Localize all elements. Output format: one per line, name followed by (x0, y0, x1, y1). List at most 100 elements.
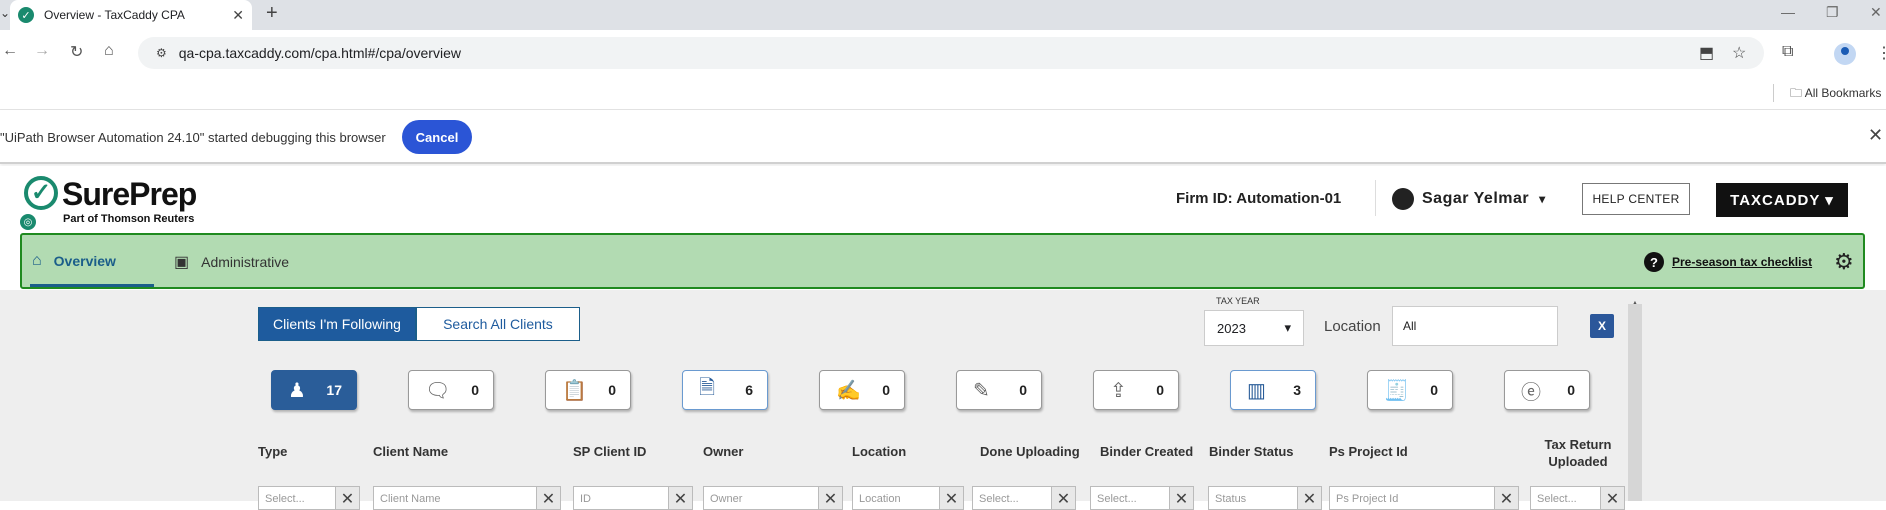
column-header[interactable]: Done Uploading (980, 444, 1080, 459)
client-id-filter[interactable]: ID ✕ (573, 486, 693, 510)
user-avatar-icon (1392, 188, 1414, 210)
tax-year-dropdown[interactable]: 2023 ▾ (1204, 310, 1304, 346)
address-bar[interactable]: ⚙ qa-cpa.taxcaddy.com/cpa.html#/cpa/over… (138, 37, 1764, 69)
efile-icon: ⓔ (1521, 381, 1541, 404)
back-icon[interactable]: ← (2, 42, 18, 60)
column-header[interactable]: SP Client ID (573, 444, 646, 459)
clear-icon[interactable]: ✕ (818, 487, 842, 509)
stat-receipts[interactable]: 🧾 0 (1367, 370, 1453, 410)
bookmarks-bar: 🗀 All Bookmarks (0, 76, 1886, 110)
main-nav: ⌂ Overview ▣ Administrative ? Pre-season… (20, 233, 1865, 289)
stat-binder-upload[interactable]: ⇪ 0 (1093, 370, 1179, 410)
firm-id: Firm ID: Automation-01 (1176, 190, 1342, 207)
column-header[interactable]: Location (852, 444, 906, 459)
stat-count: 0 (882, 382, 890, 398)
clear-icon[interactable]: ✕ (668, 487, 692, 509)
nav-administrative[interactable]: ▣ Administrative (174, 252, 289, 272)
column-header[interactable]: Type (258, 444, 287, 459)
gear-icon[interactable]: ⚙ (1834, 249, 1854, 275)
stat-count: 0 (471, 382, 479, 398)
minimize-icon[interactable]: — (1781, 4, 1795, 20)
taxcaddy-label: TAXCADDY (1730, 192, 1821, 209)
column-header[interactable]: Ps Project Id (1329, 444, 1408, 459)
automation-indicator-icon: ◎ (20, 214, 36, 230)
user-name: Sagar Yelmar (1422, 190, 1530, 207)
stat-messages[interactable]: 🗨 0 (408, 370, 494, 410)
clear-icon[interactable]: ✕ (335, 487, 359, 509)
stat-count: 0 (608, 382, 616, 398)
done-uploading-filter[interactable]: Select... ✕ (972, 486, 1076, 510)
binder-created-filter[interactable]: Select... ✕ (1090, 486, 1194, 510)
taxcaddy-menu-button[interactable]: TAXCADDY ▾ (1716, 183, 1848, 217)
reload-icon[interactable]: ↻ (70, 42, 83, 62)
clear-icon[interactable]: ✕ (1169, 487, 1193, 509)
clear-icon[interactable]: ✕ (1494, 487, 1518, 509)
location-filter[interactable]: Location ✕ (852, 486, 964, 510)
owner-filter[interactable]: Owner ✕ (703, 486, 843, 510)
admin-badge-icon: ▣ (174, 254, 190, 271)
column-header[interactable]: Client Name (373, 444, 448, 459)
clear-icon[interactable]: ✕ (1600, 487, 1624, 509)
stat-clients[interactable]: ♟ 17 (271, 370, 357, 410)
client-scope-toggle: Clients I'm Following Search All Clients (258, 307, 580, 341)
type-filter[interactable]: Select... ✕ (258, 486, 360, 510)
column-header[interactable]: Binder Created (1100, 444, 1193, 459)
tax-return-uploaded-filter[interactable]: Select... ✕ (1530, 486, 1625, 510)
excel-export-icon[interactable]: X (1590, 314, 1614, 338)
client-name-filter[interactable]: Client Name ✕ (373, 486, 561, 510)
browser-menu-icon[interactable]: ⋮ (1876, 43, 1886, 63)
profile-avatar-icon[interactable] (1834, 43, 1856, 65)
stat-efile[interactable]: ⓔ 0 (1504, 370, 1590, 410)
clear-icon[interactable]: ✕ (1297, 487, 1321, 509)
all-bookmarks[interactable]: 🗀 All Bookmarks (1790, 84, 1881, 105)
cancel-debugging-button[interactable]: Cancel (402, 120, 472, 154)
user-menu[interactable]: Sagar Yelmar ▾ (1392, 188, 1546, 210)
new-tab-icon[interactable]: + (266, 2, 278, 25)
binder-upload-icon: ⇪ (1110, 379, 1127, 402)
folder-icon: 🗀 (1790, 86, 1803, 100)
stat-count: 0 (1019, 382, 1027, 398)
filter-placeholder: Location (859, 493, 901, 505)
site-info-icon[interactable]: ⚙ (156, 46, 167, 60)
tab-close-icon[interactable]: ✕ (232, 7, 244, 24)
scrollbar[interactable] (1628, 304, 1642, 501)
extensions-icon[interactable]: ⧉ (1782, 43, 1793, 61)
clear-icon[interactable]: ✕ (939, 487, 963, 509)
browser-toolbar: ← → ↻ ⌂ ⚙ qa-cpa.taxcaddy.com/cpa.html#/… (0, 30, 1886, 76)
clear-icon[interactable]: ✕ (536, 487, 560, 509)
bookmark-star-icon[interactable]: ☆ (1732, 43, 1746, 63)
pre-season-checklist-link[interactable]: ? Pre-season tax checklist (1644, 252, 1812, 272)
window-close-icon[interactable]: ✕ (1870, 4, 1882, 21)
forward-icon[interactable]: → (34, 42, 50, 60)
clipboard-icon: 📋 (562, 379, 587, 402)
stat-count: 0 (1156, 382, 1164, 398)
tax-year-select[interactable]: TAX YEAR 2023 ▾ (1204, 296, 1304, 346)
location-input[interactable] (1392, 306, 1558, 346)
infobar-close-icon[interactable]: ✕ (1868, 125, 1883, 146)
stat-requests[interactable]: 📋 0 (545, 370, 631, 410)
ps-project-id-filter[interactable]: Ps Project Id ✕ (1329, 486, 1519, 510)
search-all-clients-button[interactable]: Search All Clients (415, 307, 580, 341)
filter-placeholder: Select... (265, 493, 305, 505)
filter-placeholder: ID (580, 493, 591, 505)
nav-overview[interactable]: ⌂ Overview (32, 252, 116, 270)
tax-year-value: 2023 (1217, 320, 1246, 336)
stat-edited[interactable]: ✎ 0 (956, 370, 1042, 410)
clients-following-button[interactable]: Clients I'm Following (258, 307, 416, 341)
stat-count: 3 (1293, 382, 1301, 398)
column-header[interactable]: Tax Return Uploaded (1538, 436, 1618, 470)
stat-documents[interactable]: 🗎 6 (682, 370, 768, 410)
binder-status-filter[interactable]: Status ✕ (1208, 486, 1322, 510)
restore-icon[interactable]: ❐ (1826, 4, 1839, 21)
chevron-down-icon: ▾ (1539, 192, 1546, 206)
tab-search-caret-icon[interactable]: ⌄ (0, 6, 10, 20)
home-icon[interactable]: ⌂ (104, 42, 114, 60)
clear-icon[interactable]: ✕ (1051, 487, 1075, 509)
browser-tab[interactable]: ✓ Overview - TaxCaddy CPA ✕ (10, 0, 252, 30)
help-center-button[interactable]: HELP CENTER (1582, 183, 1690, 215)
column-header[interactable]: Owner (703, 444, 743, 459)
stat-binder-status[interactable]: ▥ 3 (1230, 370, 1316, 410)
install-app-icon[interactable]: ⬒ (1699, 43, 1714, 63)
stat-reviewed[interactable]: ✍ 0 (819, 370, 905, 410)
column-header[interactable]: Binder Status (1209, 444, 1294, 459)
